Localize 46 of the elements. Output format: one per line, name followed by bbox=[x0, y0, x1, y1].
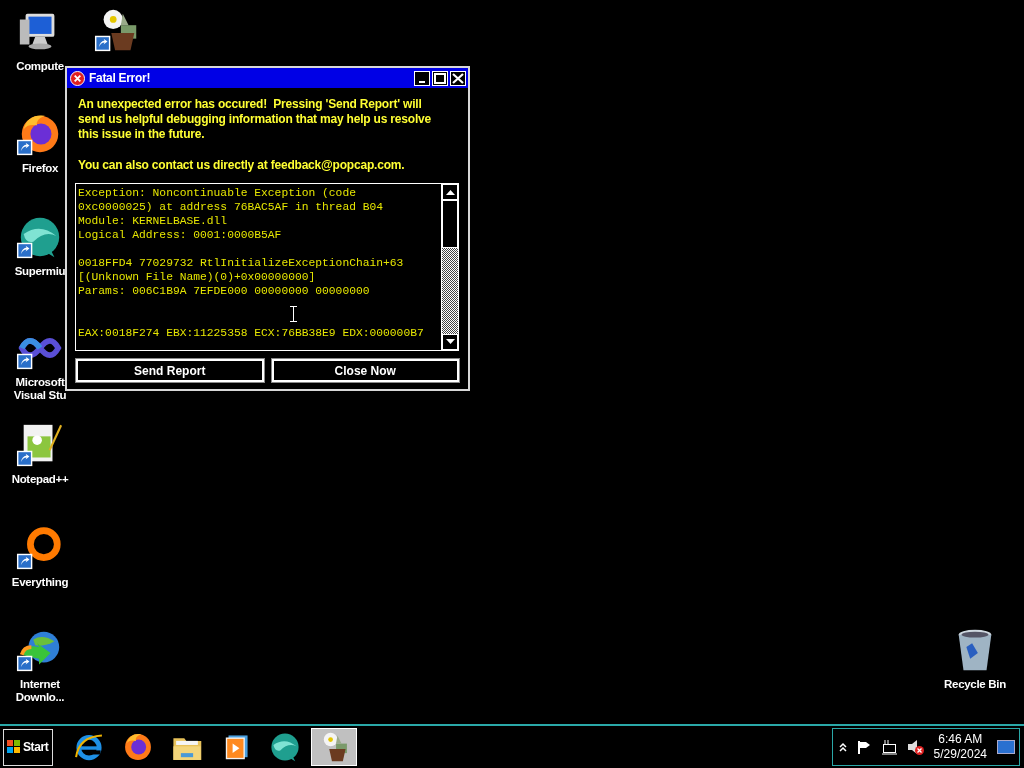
up-arrow-icon bbox=[445, 189, 455, 195]
network-icon[interactable] bbox=[880, 739, 897, 755]
clock-date[interactable]: 5/29/2024 bbox=[933, 747, 987, 762]
error-message: An unexpected error has occured! Pressing 'Send Report' will send us helpful debugging information that may help us resolve this issue in the future. bbox=[78, 97, 432, 142]
log-line: Params: 006C1B9A 7EFDE000 00000000 00000000 bbox=[78, 284, 371, 298]
show-desktop-icon[interactable] bbox=[997, 738, 1015, 756]
icon-label: Everything bbox=[11, 576, 69, 589]
scroll-thumb[interactable] bbox=[442, 200, 458, 248]
log-line: EAX:0018F274 EBX:11225358 ECX:76BB38E9 EDX:000000B7 bbox=[78, 326, 425, 340]
icon-label: Compute bbox=[16, 60, 64, 73]
maximize-icon bbox=[433, 71, 447, 85]
clock-time[interactable]: 6:46 AM bbox=[933, 732, 987, 747]
volume-icon[interactable] bbox=[906, 739, 924, 755]
icon-label: Supermiu bbox=[14, 265, 66, 278]
log-line: Module: KERNELBASE.dll bbox=[78, 214, 229, 228]
log-line: 0xc0000025) at address 76BAC5AF in thread B04 bbox=[78, 200, 385, 214]
chevron-up-icon[interactable] bbox=[838, 742, 847, 752]
minimize-icon bbox=[419, 81, 425, 83]
maximize-button[interactable] bbox=[432, 70, 448, 86]
icon-label: Notepad++ bbox=[11, 473, 69, 486]
log-line: 0018FFD4 77029732 RtlInitializeExceptionChain+63 bbox=[78, 256, 405, 270]
icon-label: Firefox bbox=[21, 162, 59, 175]
icon-label: Internet Downlo... bbox=[15, 678, 65, 704]
close-icon bbox=[451, 71, 465, 85]
down-arrow-icon bbox=[445, 339, 455, 345]
log-line: Logical Address: 0001:0000B5AF bbox=[78, 228, 283, 242]
scroll-up-button[interactable] bbox=[442, 184, 458, 200]
error-message: You can also contact us directly at feedback@popcap.com. bbox=[78, 158, 406, 173]
dialog-button[interactable]: Close Now bbox=[271, 359, 459, 382]
ring-icon[interactable] bbox=[16, 524, 64, 572]
log-line: [(Unknown File Name)(0)+0x00000000] bbox=[78, 270, 317, 284]
dialog-button[interactable]: Send Report bbox=[76, 359, 264, 382]
icon-label: Microsoft Visual Stu bbox=[13, 376, 67, 402]
swirl-icon bbox=[268, 730, 302, 764]
icon-label: Recycle Bin bbox=[944, 678, 1006, 691]
log-line: Exception: Noncontinuable Exception (code bbox=[78, 186, 357, 200]
windows-logo-icon bbox=[7, 740, 21, 754]
window-title: Fatal Error! bbox=[89, 70, 152, 87]
flag-icon[interactable] bbox=[856, 740, 871, 754]
start-button[interactable]: Start bbox=[3, 728, 53, 766]
close-button[interactable] bbox=[450, 70, 466, 86]
text-cursor-icon bbox=[290, 306, 297, 322]
error-icon bbox=[70, 70, 85, 86]
taskbar-button[interactable] bbox=[311, 728, 357, 766]
scroll-down-button[interactable] bbox=[442, 334, 458, 350]
minimize-button[interactable] bbox=[414, 70, 430, 86]
